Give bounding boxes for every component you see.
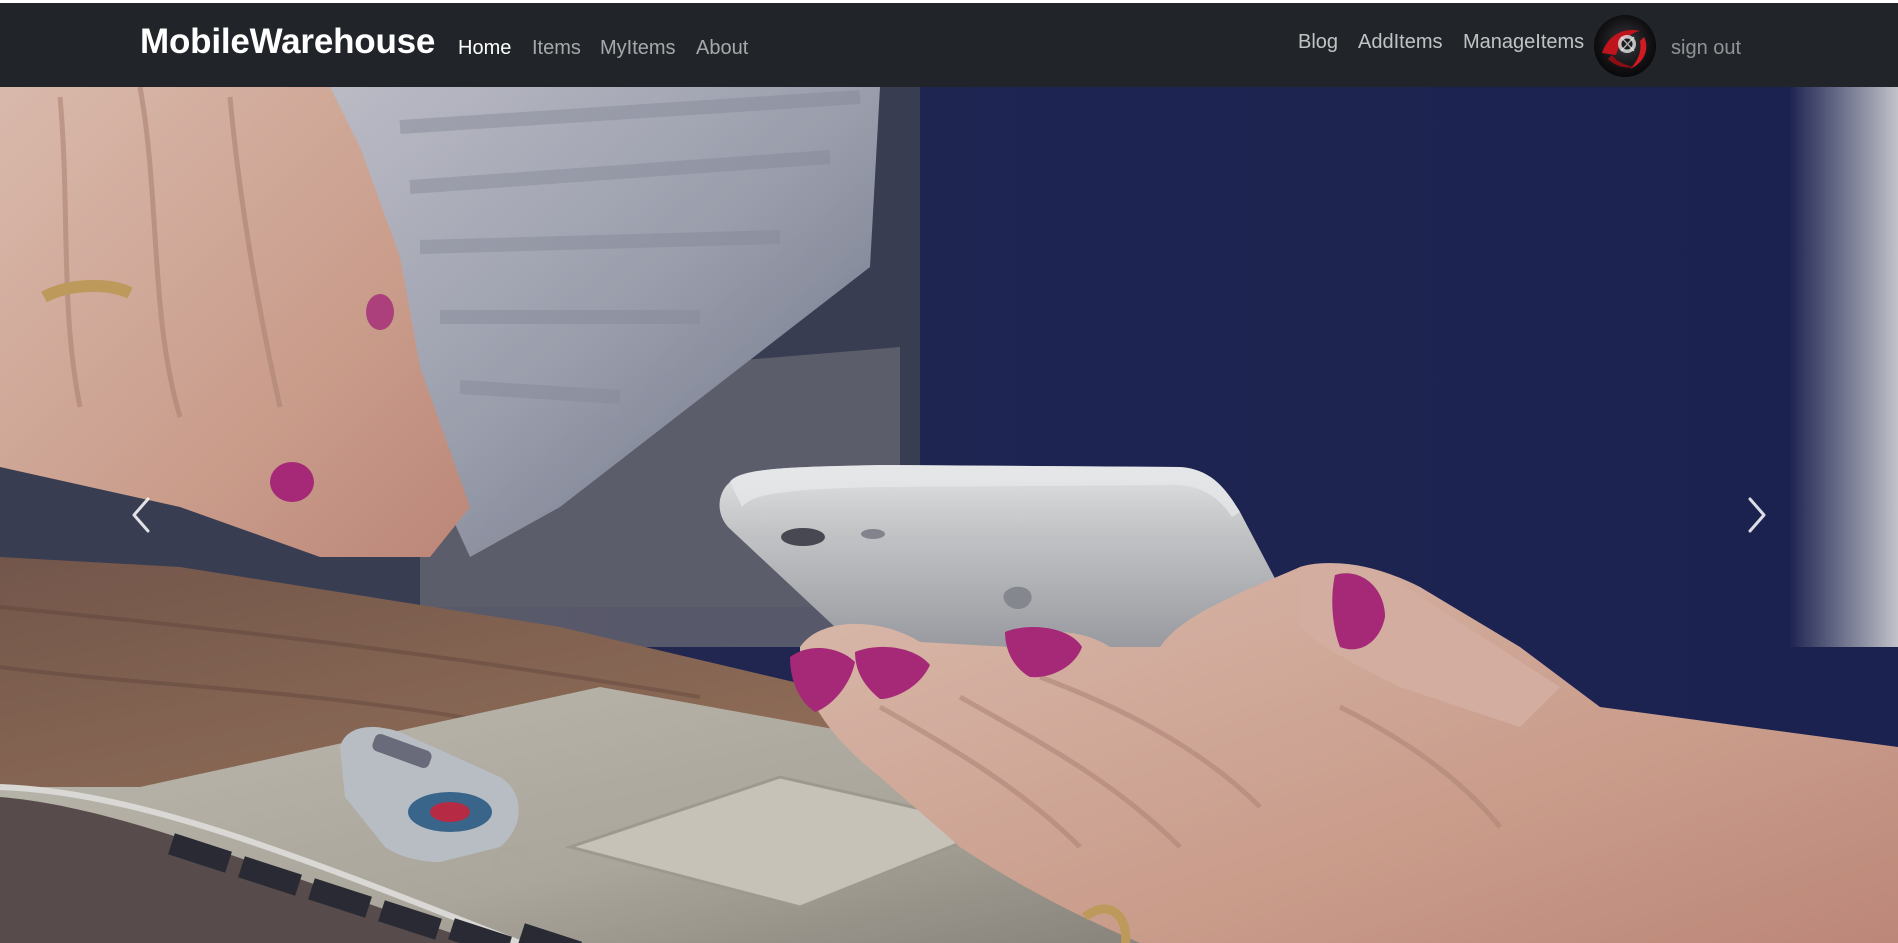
hero-carousel [0, 87, 1898, 943]
nav-link-myitems[interactable]: MyItems [600, 35, 676, 61]
nav-link-manageitems[interactable]: ManageItems [1463, 29, 1584, 55]
carousel-slide-image [0, 87, 1898, 943]
nav-link-blog[interactable]: Blog [1298, 29, 1338, 55]
nav-link-items[interactable]: Items [532, 35, 581, 61]
top-navbar: MobileWarehouse Home Items MyItems About… [0, 3, 1898, 87]
carousel-prev-button[interactable] [72, 87, 212, 943]
carousel-next-button[interactable] [1686, 87, 1826, 943]
chevron-right-icon [1742, 495, 1770, 535]
page: MobileWarehouse Home Items MyItems About… [0, 0, 1898, 943]
user-avatar-icon[interactable] [1594, 15, 1656, 77]
nav-link-about[interactable]: About [696, 35, 748, 61]
nav-link-home[interactable]: Home [458, 35, 511, 61]
sign-out-link[interactable]: sign out [1671, 35, 1741, 61]
chevron-left-icon [128, 495, 156, 535]
nav-link-additems[interactable]: AddItems [1358, 29, 1442, 55]
brand-logo-link[interactable]: MobileWarehouse [140, 21, 435, 63]
